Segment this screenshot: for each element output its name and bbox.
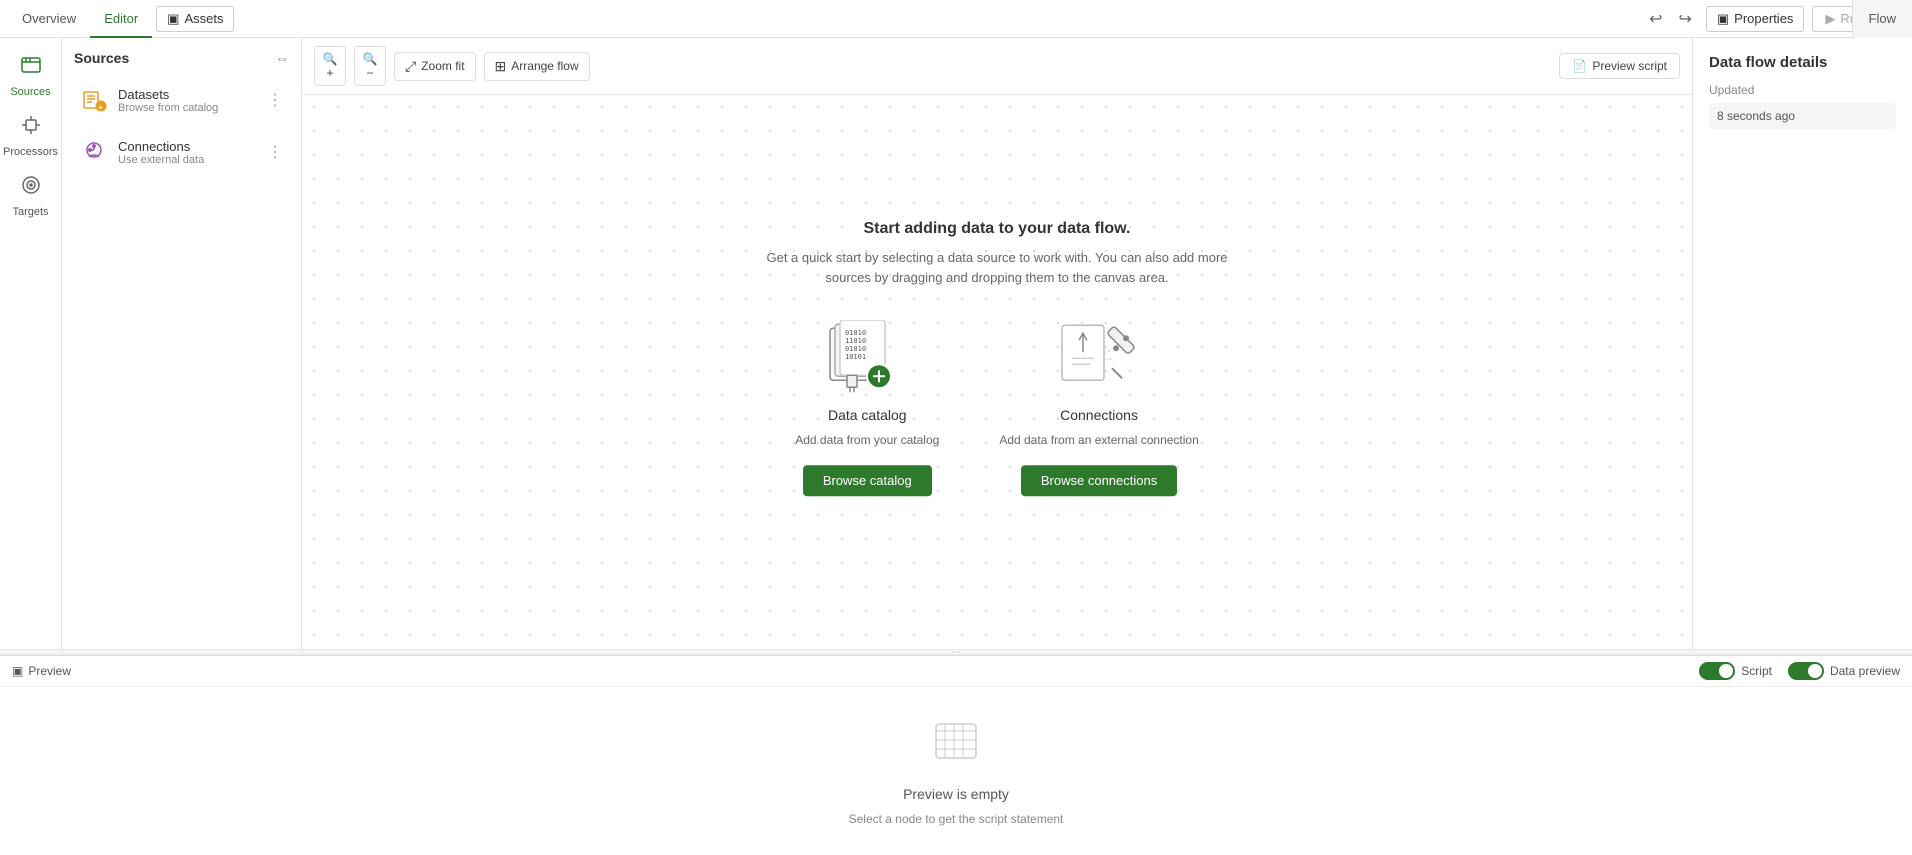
top-nav: Overview Editor ▣ Assets ↩ ↪ ▣ Propertie… [0, 0, 1912, 38]
bottom-toolbar-right: Script Data preview [1699, 662, 1900, 680]
preview-empty-icon [931, 716, 981, 776]
script-label: Script [1741, 664, 1772, 678]
datasets-icon: + [80, 86, 108, 114]
datasets-subtitle: Browse from catalog [118, 102, 257, 114]
center-description: Get a quick start by selecting a data so… [747, 248, 1247, 287]
connections-menu-icon[interactable]: ⋮ [267, 142, 283, 162]
data-preview-label: Data preview [1830, 664, 1900, 678]
preview-empty-title: Preview is empty [903, 786, 1009, 802]
svg-text:01010: 01010 [845, 345, 866, 353]
center-card: Start adding data to your data flow. Get… [747, 220, 1247, 496]
browse-connections-button[interactable]: Browse connections [1021, 465, 1177, 496]
zoom-out-icon: 🔍− [363, 52, 378, 80]
targets-icon [20, 174, 42, 202]
zoom-out-button[interactable]: 🔍− [354, 46, 386, 86]
expand-icon[interactable]: ⇔ [275, 50, 289, 66]
undo-redo-group: ↩ ↪ [1643, 5, 1698, 33]
right-panel: Data flow details Updated 8 seconds ago [1692, 38, 1912, 649]
right-panel-title: Data flow details [1709, 54, 1896, 71]
tab-editor[interactable]: Editor [90, 0, 152, 38]
browse-catalog-button[interactable]: Browse catalog [803, 465, 932, 496]
flow-tab: Flow [1852, 0, 1912, 38]
run-icon: ▶ [1825, 11, 1835, 27]
zoom-fit-button[interactable]: ⤢ Zoom fit [394, 52, 476, 81]
zoom-in-button[interactable]: 🔍+ [314, 46, 346, 86]
data-catalog-desc: Add data from your catalog [795, 433, 939, 447]
canvas-toolbar-right: 📄 Preview script [1559, 53, 1680, 79]
datasets-title: Datasets [118, 87, 257, 102]
connections-option-title: Connections [1060, 407, 1138, 423]
preview-script-button[interactable]: 📄 Preview script [1559, 53, 1680, 79]
connections-text: Connections Use external data [118, 139, 257, 166]
preview-script-icon: 📄 [1572, 59, 1587, 73]
sources-header: Sources ⇔ [62, 38, 301, 74]
connections-option-icon [1054, 317, 1144, 397]
connections-subtitle: Use external data [118, 154, 257, 166]
sources-header-icons: ⇔ [275, 50, 289, 66]
canvas-content[interactable]: Start adding data to your data flow. Get… [302, 95, 1692, 649]
data-preview-toggle-group: Data preview [1788, 662, 1900, 680]
source-item-datasets[interactable]: + Datasets Browse from catalog ⋮ [68, 76, 295, 124]
top-nav-tabs: Overview Editor ▣ Assets [8, 0, 234, 38]
preview-toggle[interactable]: ▣ Preview [12, 664, 71, 678]
bottom-toolbar: ▣ Preview Script Data preview [0, 656, 1912, 687]
connections-option: Connections Add data from an external co… [999, 317, 1198, 496]
options-row: 01010 11010 01010 10101 [747, 317, 1247, 496]
sources-icon [20, 54, 42, 82]
svg-text:01010: 01010 [845, 329, 866, 337]
svg-text:11010: 11010 [845, 337, 866, 345]
undo-button[interactable]: ↩ [1643, 5, 1668, 33]
tab-assets[interactable]: ▣ Assets [156, 6, 234, 32]
sidebar-item-sources[interactable]: Sources [0, 46, 61, 106]
sidebar-icons: Sources Processors [0, 38, 62, 649]
sidebar-item-processors[interactable]: Processors [0, 106, 61, 166]
assets-icon: ▣ [167, 11, 179, 27]
processors-icon [20, 114, 42, 142]
data-catalog-title: Data catalog [828, 407, 907, 423]
bottom-content: Preview is empty Select a node to get th… [0, 687, 1912, 855]
properties-icon: ▣ [1717, 11, 1729, 27]
tab-overview[interactable]: Overview [8, 0, 90, 38]
arrange-flow-icon: ⊞ [495, 58, 507, 75]
svg-text:+: + [98, 103, 103, 112]
sidebar-item-targets[interactable]: Targets [0, 166, 61, 226]
data-catalog-option: 01010 11010 01010 10101 [795, 317, 939, 496]
main-area: Sources Processors [0, 38, 1912, 649]
processors-label: Processors [3, 146, 58, 158]
svg-text:10101: 10101 [845, 353, 866, 361]
source-item-connections[interactable]: Connections Use external data ⋮ [68, 128, 295, 176]
data-preview-toggle[interactable] [1788, 662, 1824, 680]
connections-icon [80, 138, 108, 166]
connections-title: Connections [118, 139, 257, 154]
center-title: Start adding data to your data flow. [747, 220, 1247, 238]
zoom-in-icon: 🔍+ [323, 52, 338, 80]
datasets-text: Datasets Browse from catalog [118, 87, 257, 114]
bottom-area: ▣ Preview Script Data preview [0, 655, 1912, 855]
preview-icon: ▣ [12, 664, 23, 678]
datasets-menu-icon[interactable]: ⋮ [267, 90, 283, 110]
preview-empty-subtitle: Select a node to get the script statemen… [849, 812, 1064, 826]
sources-title: Sources [74, 50, 129, 66]
arrange-flow-button[interactable]: ⊞ Arrange flow [484, 52, 590, 81]
canvas-toolbar: 🔍+ 🔍− ⤢ Zoom fit ⊞ Arrange flow 📄 Previe… [302, 38, 1692, 95]
script-toggle-group: Script [1699, 662, 1772, 680]
sources-label: Sources [10, 86, 50, 98]
data-catalog-icon: 01010 11010 01010 10101 [822, 317, 912, 397]
sources-panel: Sources ⇔ + Datasets Browse from catalog [62, 38, 302, 649]
updated-value: 8 seconds ago [1709, 103, 1896, 129]
canvas-area: 🔍+ 🔍− ⤢ Zoom fit ⊞ Arrange flow 📄 Previe… [302, 38, 1692, 649]
connections-option-desc: Add data from an external connection [999, 433, 1198, 447]
script-toggle[interactable] [1699, 662, 1735, 680]
updated-label: Updated [1709, 83, 1896, 97]
zoom-fit-icon: ⤢ [405, 58, 416, 75]
targets-label: Targets [12, 206, 48, 218]
properties-button[interactable]: ▣ Properties [1706, 6, 1805, 32]
redo-button[interactable]: ↪ [1672, 5, 1697, 33]
